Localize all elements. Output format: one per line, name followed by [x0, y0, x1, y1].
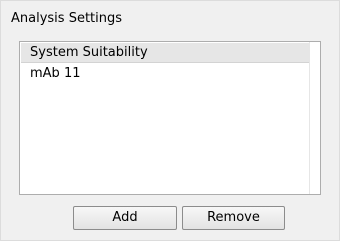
- panel-title: Analysis Settings: [11, 11, 123, 26]
- analysis-settings-panel: Analysis Settings System Suitability mAb…: [0, 0, 340, 241]
- list-scrollbar-track[interactable]: [309, 42, 320, 194]
- add-button[interactable]: Add: [73, 206, 177, 230]
- list-item-mab-11[interactable]: mAb 11: [21, 64, 309, 84]
- remove-button[interactable]: Remove: [182, 206, 285, 230]
- list-item-system-suitability[interactable]: System Suitability: [21, 43, 309, 63]
- analysis-settings-list[interactable]: System Suitability mAb 11: [19, 41, 321, 195]
